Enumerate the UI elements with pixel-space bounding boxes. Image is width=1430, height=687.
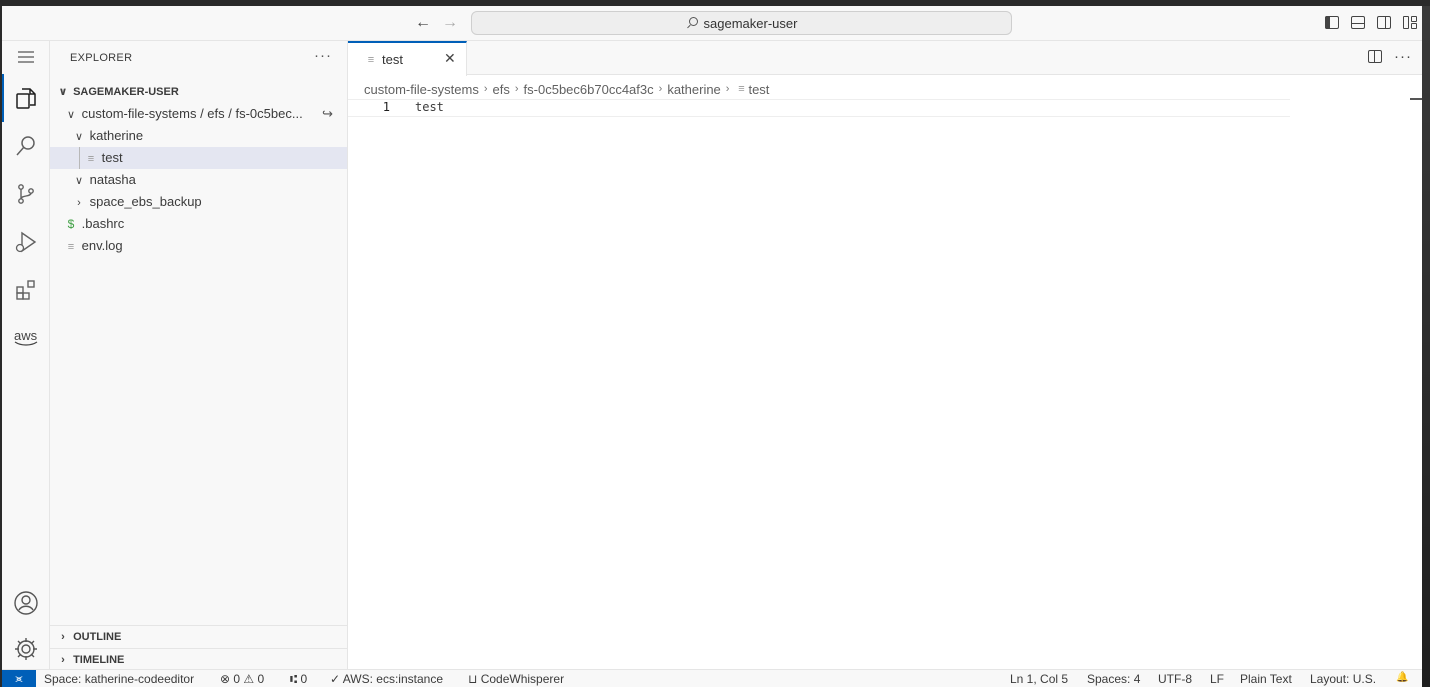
status-aws-connection[interactable]: ✓ AWS: ecs:instance — [330, 672, 443, 686]
text-file-icon: ≡ — [67, 241, 75, 253]
status-codewhisperer[interactable]: ⊔ CodeWhisperer — [468, 672, 564, 686]
breadcrumb-item[interactable]: custom-file-systems — [364, 82, 479, 97]
aws-icon[interactable]: aws — [2, 314, 50, 362]
chevron-down-icon: ∨ — [74, 131, 84, 143]
text-file-icon: ≡ — [367, 53, 375, 66]
split-editor-icon[interactable] — [1368, 50, 1382, 63]
search-icon[interactable] — [2, 122, 50, 170]
breadcrumb-item[interactable]: efs — [493, 82, 510, 97]
chevron-right-icon: › — [514, 83, 519, 95]
toggle-panel-icon[interactable] — [1350, 15, 1366, 31]
chevron-right-icon: › — [61, 631, 65, 643]
customize-layout-icon[interactable] — [1402, 15, 1418, 31]
tree-item-bashrc[interactable]: $ .bashrc — [50, 213, 347, 235]
chevron-down-icon: ∨ — [58, 86, 68, 98]
breadcrumb: custom-file-systems › efs › fs-0c5bec6b7… — [364, 80, 769, 98]
chevron-right-icon: › — [483, 83, 488, 95]
status-bar: ⪤ Space: katherine-codeeditor ⊗ 0 ⚠ 0 ⑆ … — [2, 669, 1422, 687]
shell-file-icon: $ — [67, 217, 75, 231]
remote-indicator-icon[interactable]: ⪤ — [2, 670, 36, 687]
status-space[interactable]: Space: katherine-codeeditor — [44, 672, 194, 686]
search-icon — [686, 17, 698, 29]
minimap[interactable] — [1410, 98, 1422, 100]
extensions-icon[interactable] — [2, 266, 50, 314]
chevron-down-icon: ∨ — [66, 109, 76, 121]
chevron-down-icon: ∨ — [74, 175, 84, 187]
source-control-icon[interactable] — [2, 170, 50, 218]
chevron-right-icon: › — [77, 197, 81, 209]
timeline-section[interactable]: › TIMELINE — [50, 648, 347, 670]
workspace-root[interactable]: ∨ SAGEMAKER-USER — [50, 81, 347, 103]
tab-test[interactable]: ≡ test ✕ — [348, 41, 467, 76]
indent-guide — [79, 147, 80, 169]
editor-area: ≡ test ✕ ··· custom-file-systems › efs ›… — [348, 41, 1422, 669]
more-actions-icon[interactable]: ··· — [1394, 48, 1412, 65]
status-cursor-position[interactable]: Ln 1, Col 5 — [1010, 672, 1068, 686]
text-file-icon: ≡ — [87, 153, 95, 165]
notifications-bell-icon[interactable]: 🔔 — [1396, 672, 1408, 683]
status-keyboard-layout[interactable]: Layout: U.S. — [1310, 672, 1376, 686]
status-ports[interactable]: ⑆ 0 — [290, 672, 307, 686]
tree-item-test[interactable]: ≡ test — [50, 147, 347, 169]
tree-item-env-log[interactable]: ≡ env.log — [50, 235, 347, 257]
back-arrow-icon[interactable]: ← — [413, 13, 433, 33]
menu-hamburger-icon[interactable] — [2, 41, 50, 73]
title-bar: ← → sagemaker-user — [2, 6, 1422, 41]
code-editor-window: ← → sagemaker-user aws EXPLORER ··· ∨ SA… — [2, 6, 1422, 687]
breadcrumb-item[interactable]: katherine — [667, 82, 720, 97]
tree-item-label: test — [101, 150, 123, 165]
explorer-icon[interactable] — [2, 74, 50, 122]
tab-label: test — [382, 52, 403, 67]
status-indentation[interactable]: Spaces: 4 — [1087, 672, 1140, 686]
activity-bar: aws — [2, 41, 50, 669]
breadcrumb-item[interactable]: fs-0c5bec6b70cc4af3c — [524, 82, 654, 97]
sidebar-bottom-sections: › OUTLINE › TIMELINE — [50, 625, 347, 670]
chevron-right-icon: › — [725, 83, 730, 95]
code-text[interactable]: test — [415, 100, 444, 114]
explorer-sidebar: EXPLORER ··· ∨ SAGEMAKER-USER ∨ custom-f… — [50, 41, 348, 669]
manage-gear-icon[interactable] — [2, 625, 50, 673]
tree-item-label: katherine — [89, 128, 144, 143]
status-problems[interactable]: ⊗ 0 ⚠ 0 — [220, 672, 264, 686]
workspace-root-label: SAGEMAKER-USER — [73, 86, 179, 98]
more-actions-icon[interactable]: ··· — [314, 47, 332, 64]
status-language[interactable]: Plain Text — [1240, 672, 1292, 686]
text-file-icon: ≡ — [738, 83, 745, 95]
tree-item-space-ebs-backup[interactable]: › space_ebs_backup — [50, 191, 347, 213]
outline-label: OUTLINE — [73, 631, 122, 643]
tree-item-katherine[interactable]: ∨ katherine — [50, 125, 347, 147]
chevron-right-icon: › — [61, 654, 65, 666]
breadcrumb-item[interactable]: test — [748, 82, 769, 97]
status-encoding[interactable]: UTF-8 — [1158, 672, 1192, 686]
toggle-primary-sidebar-icon[interactable] — [1324, 15, 1340, 31]
tree-item-label: space_ebs_backup — [89, 194, 202, 209]
run-debug-icon[interactable] — [2, 218, 50, 266]
line-number: 1 — [382, 100, 390, 114]
chevron-right-icon: › — [658, 83, 663, 95]
editor-tabs: ≡ test ✕ ··· — [348, 41, 1422, 76]
current-line-highlight — [348, 99, 1290, 117]
tree-item-custom-file-systems[interactable]: ∨ custom-file-systems / efs / fs-0c5bec.… — [50, 103, 347, 125]
toggle-secondary-sidebar-icon[interactable] — [1376, 15, 1392, 31]
symlink-icon: ↪ — [322, 106, 333, 121]
command-center-label: sagemaker-user — [703, 15, 798, 31]
tree-item-label: .bashrc — [81, 216, 125, 231]
status-eol[interactable]: LF — [1210, 672, 1224, 686]
account-icon[interactable] — [2, 579, 50, 627]
tree-item-label: natasha — [89, 172, 136, 187]
window-frame-right — [1422, 6, 1430, 687]
close-icon[interactable]: ✕ — [444, 50, 456, 67]
outline-section[interactable]: › OUTLINE — [50, 626, 347, 648]
timeline-label: TIMELINE — [73, 654, 125, 666]
tree-item-label: custom-file-systems / efs / fs-0c5bec... — [81, 106, 303, 121]
tree-item-natasha[interactable]: ∨ natasha — [50, 169, 347, 191]
tree-item-label: env.log — [81, 238, 123, 253]
command-center-search[interactable]: sagemaker-user — [471, 11, 1012, 35]
sidebar-title: EXPLORER — [70, 52, 133, 64]
forward-arrow-icon[interactable]: → — [440, 13, 460, 33]
